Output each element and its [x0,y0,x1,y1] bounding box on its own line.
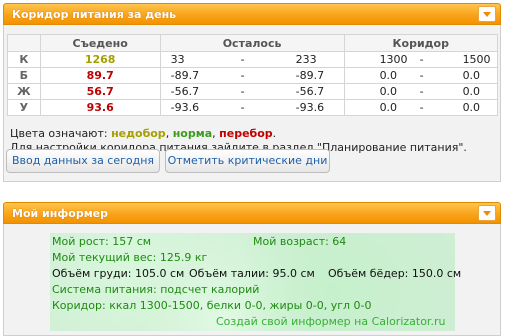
remaining-min: -93.6 [170,101,200,114]
legend-norm: норма [172,127,213,140]
corridor-cell: 0.0 - 0.0 [343,99,499,116]
remaining-max: -56.7 [295,85,325,98]
eaten-value: 1268 [39,51,161,68]
remaining-min: -89.7 [170,69,200,82]
color-legend: Цвета означают: недобор, норма, перебор. [10,127,276,140]
corridor-dash: - [419,101,424,114]
collapse-icon[interactable] [478,6,496,22]
row-label: У [7,99,41,116]
corridor-cell: 0.0 - 0.0 [343,67,499,84]
informer-age: Мой возраст: 64 [253,235,347,248]
corridor-min: 0.0 [379,69,398,82]
remaining-cell: -89.7 - -89.7 [159,67,345,84]
table-row: К 1268 33 - 233 1300 - 1500 [7,51,499,68]
informer-panel-title: Мой информер [12,207,109,220]
informer-system: Система питания: подсчет калорий [52,283,260,296]
corridor-table: Съедено Осталось Коридор К 1268 33 - 233… [7,34,499,116]
header-remaining: Осталось [159,34,345,52]
table-row: Ж 56.7 -56.7 - -56.7 0.0 - 0.0 [7,83,499,100]
corridor-min: 1300 [379,53,408,66]
remaining-dash: - [240,69,245,82]
remaining-cell: 33 - 233 [159,51,345,68]
informer-panel-header: Мой информер [3,202,501,224]
table-row: Б 89.7 -89.7 - -89.7 0.0 - 0.0 [7,67,499,84]
informer-height: Мой рост: 157 см [52,235,152,248]
remaining-max: 233 [295,53,317,66]
legend-sep: , [165,127,170,140]
legend-over: перебор [219,127,273,140]
collapse-icon[interactable] [478,205,496,221]
corridor-max: 0.0 [462,101,481,114]
corridor-panel-header: Коридор питания за день [3,3,501,25]
remaining-dash: - [240,101,245,114]
remaining-min: 33 [170,53,185,66]
eaten-value: 93.6 [39,99,161,116]
remaining-max: -89.7 [295,69,325,82]
table-row: У 93.6 -93.6 - -93.6 0.0 - 0.0 [7,99,499,116]
corridor-dash: - [419,53,424,66]
legend-lack: недобор [111,127,166,140]
legend-prefix: Цвета означают: [10,127,108,140]
row-label: Ж [7,83,41,100]
informer-create-link[interactable]: Создай свой информер на Calorizator.ru [216,315,445,328]
corridor-max: 0.0 [462,69,481,82]
mark-critical-days-button[interactable]: Отметить критические дни [165,149,330,173]
corridor-panel-title: Коридор питания за день [12,8,177,21]
corridor-dash: - [419,69,424,82]
header-corridor: Коридор [343,34,499,52]
informer-chest: Объём груди: 105.0 см [52,267,185,280]
remaining-cell: -93.6 - -93.6 [159,99,345,116]
informer-waist: Объём талии: 95.0 см [189,267,315,280]
corridor-max: 0.0 [462,85,481,98]
row-label: К [7,51,41,68]
corridor-cell: 0.0 - 0.0 [343,83,499,100]
corridor-min: 0.0 [379,85,398,98]
corridor-dash: - [419,85,424,98]
informer-hips: Объём бёдер: 150.0 см [328,267,462,280]
informer-widget: Мой рост: 157 см Мой возраст: 64 Мой тек… [50,233,461,331]
corridor-cell: 1300 - 1500 [343,51,499,68]
remaining-max: -93.6 [295,101,325,114]
table-header-row: Съедено Осталось Коридор [7,34,499,52]
legend-sep: , [212,127,216,140]
legend-end: . [272,127,277,140]
remaining-dash: - [240,85,245,98]
eaten-value: 56.7 [39,83,161,100]
remaining-cell: -56.7 - -56.7 [159,83,345,100]
informer-weight: Мой текущий вес: 125.9 кг [52,251,208,264]
header-blank [7,34,41,52]
header-eaten: Съедено [39,34,161,52]
informer-corridor: Коридор: ккал 1300-1500, белки 0-0, жиры… [52,299,372,312]
remaining-min: -56.7 [170,85,200,98]
remaining-dash: - [240,53,245,66]
corridor-max: 1500 [462,53,491,66]
enter-today-data-button[interactable]: Ввод данных за сегодня [6,149,160,173]
row-label: Б [7,67,41,84]
corridor-min: 0.0 [379,101,398,114]
eaten-value: 89.7 [39,67,161,84]
